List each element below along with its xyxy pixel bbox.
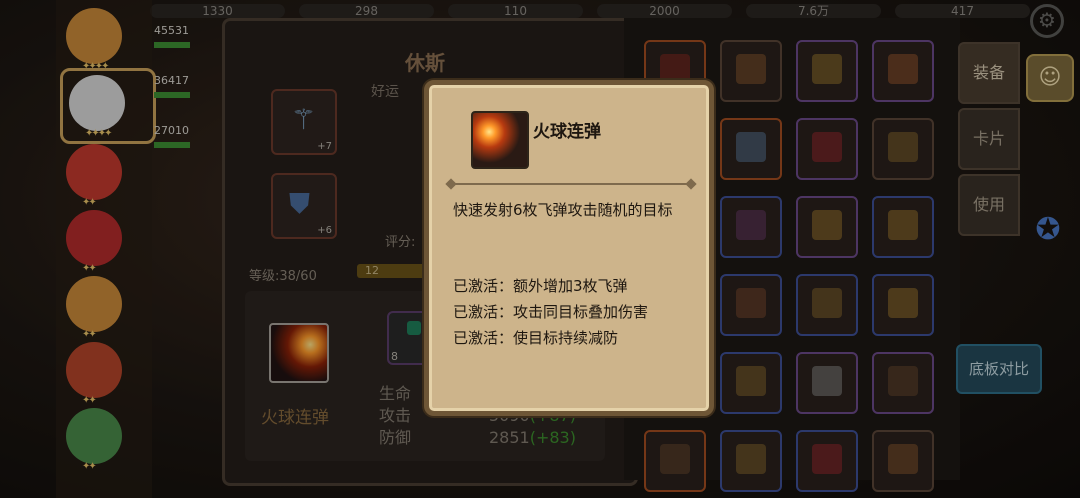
armor-icon: ⛊ [289,187,311,220]
stat-def-label: 防御 [379,428,412,447]
inventory-item[interactable] [872,430,934,492]
inventory-item[interactable] [720,352,782,414]
inventory-item[interactable] [720,274,782,336]
inventory-item[interactable] [796,118,858,180]
tooltip-title: 火球连弹 [533,122,601,142]
skill-name: 火球连弹 [261,408,329,428]
medal-icon[interactable]: ✪ [1030,212,1066,252]
inventory-item[interactable] [872,196,934,258]
armor-slot[interactable]: ⛊ +6 [271,173,337,239]
hero-portrait [66,210,122,266]
hero-hp-bar [154,92,190,98]
resource-2: 298 [299,4,434,18]
inventory-item[interactable] [720,40,782,102]
hero-level: 等级:38/60 [249,269,317,284]
inventory-item[interactable] [872,274,934,336]
inventory-item[interactable] [872,40,934,102]
inventory-item[interactable] [720,430,782,492]
hero-hp-bar [154,42,190,48]
resource-4: 2000 [597,4,732,18]
hero-row[interactable]: ✦✦ [60,206,150,276]
hero-stars: ✦✦ [82,461,97,472]
resource-1: 1330 [150,4,285,18]
inventory-item[interactable] [720,196,782,258]
tooltip-effect: 已激活：攻击同目标叠加伤害 [453,303,649,321]
hero-portrait [66,408,122,464]
skill-tooltip: 火球连弹 快速发射6枚飞弹攻击随机的目标 已激活：额外增加3枚飞弹 已激活：攻击… [424,80,714,416]
hero-row[interactable]: ✦✦ [60,338,150,408]
tooltip-effect: 已激活：使目标持续减防 [453,329,619,347]
hero-portrait [66,8,122,64]
tab-cards[interactable]: 卡片 [958,108,1020,170]
avatar[interactable]: ☺ [1026,54,1074,102]
hero-name: 休斯 [405,51,445,75]
inventory-item[interactable] [872,118,934,180]
inventory-item[interactable] [720,118,782,180]
stat-def-bonus: (+83) [529,428,576,447]
hero-power: 45531 [154,24,189,37]
stat-labels: 生命 攻击 防御 [379,383,411,449]
score-label: 评分: [385,235,416,250]
stat-hp-label: 生命 [379,384,412,403]
tab-use[interactable]: 使用 [958,174,1020,236]
tab-equipment[interactable]: 装备 [958,42,1020,104]
hero-portrait [69,75,125,131]
inventory-item[interactable] [796,196,858,258]
tooltip-effects: 已激活：额外增加3枚飞弹 已激活：攻击同目标叠加伤害 已激活：使目标持续减防 [453,273,697,351]
weapon-slot[interactable]: ⚚ +7 [271,89,337,155]
hero-row[interactable]: ✦✦ [60,140,150,210]
slot-enhance: +6 [317,225,332,236]
hero-row[interactable]: ✦✦✦✦ [60,4,150,74]
tooltip-description: 快速发射6枚飞弹攻击随机的目标 [453,201,673,219]
hero-portrait [66,144,122,200]
stat-def-value: 2851 [489,428,530,447]
gem-icon [407,321,421,335]
hero-power: 36417 [154,74,189,87]
fireball-skill-icon[interactable] [269,323,329,383]
hero-row-selected[interactable]: ✦✦✦✦ [60,68,156,144]
hero-portrait [66,276,122,332]
staff-icon: ⚚ [291,103,317,136]
resource-3: 110 [448,4,583,18]
hero-hp-bar [154,142,190,148]
resource-5: 7.6万 [746,4,881,18]
hero-subtitle: 好运 [371,84,399,100]
gem-level: 8 [391,350,398,363]
hero-stars: ✦✦✦✦ [85,128,112,139]
hero-row[interactable]: ✦✦ [60,272,150,342]
slot-enhance: +7 [317,141,332,152]
inventory-item[interactable] [644,430,706,492]
inventory-item[interactable] [796,352,858,414]
hero-power: 27010 [154,124,189,137]
inventory-item[interactable] [872,352,934,414]
tooltip-effect: 已激活：额外增加3枚飞弹 [453,277,628,295]
settings-gear-icon[interactable]: ⚙ [1030,4,1064,38]
inventory-item[interactable] [796,274,858,336]
hero-row[interactable]: ✦✦ [60,404,150,474]
fireball-skill-icon [471,111,529,169]
hero-portrait [66,342,122,398]
tooltip-divider [451,183,691,185]
inventory-item[interactable] [796,40,858,102]
stat-atk-label: 攻击 [379,406,412,425]
hero-list: ✦✦✦✦ ✦✦✦✦ ✦✦ ✦✦ ✦✦ ✦✦ ✦✦ [56,0,156,498]
resource-6: 417 [895,4,1030,18]
inventory-item[interactable] [796,430,858,492]
compare-button[interactable]: 底板对比 [956,344,1042,394]
